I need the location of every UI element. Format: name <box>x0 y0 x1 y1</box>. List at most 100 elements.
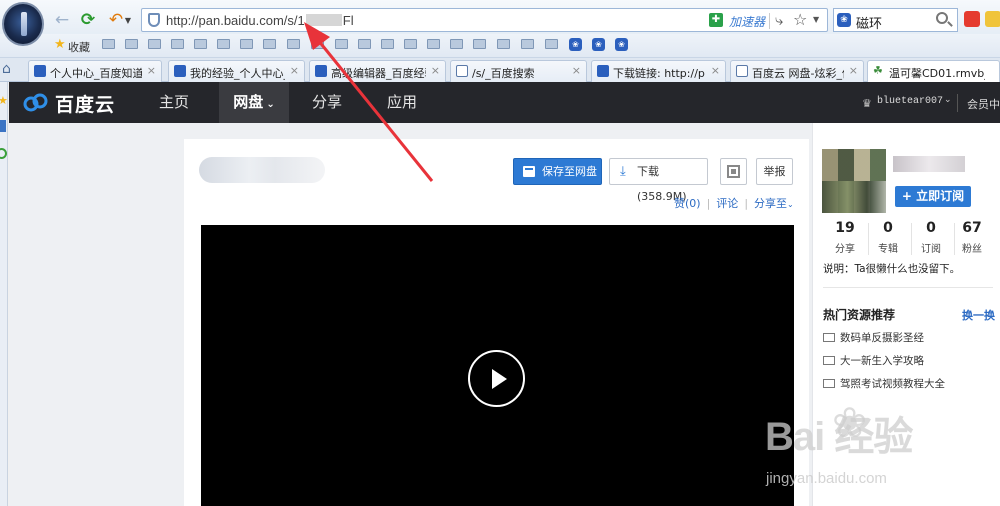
stat-label: 粉丝 <box>962 244 982 255</box>
close-icon[interactable]: × <box>711 64 720 77</box>
close-icon[interactable]: × <box>147 64 156 77</box>
favorites-button[interactable]: 收藏 <box>68 39 90 55</box>
share-to-link[interactable]: 分享至 <box>754 197 787 210</box>
close-icon[interactable]: × <box>290 64 299 77</box>
document-icon <box>736 65 748 77</box>
paw-icon[interactable]: ❀ <box>592 38 605 51</box>
folder-icon[interactable] <box>194 39 207 49</box>
folder-icon[interactable] <box>102 39 115 49</box>
folder-icon[interactable] <box>148 39 161 49</box>
comment-link[interactable]: 评论 <box>716 197 738 210</box>
top-nav: 百度云 主页 网盘⌄ 分享 应用 ♛ bluetear007 ⌄ 会员中心 <box>9 82 1000 123</box>
folder-icon[interactable] <box>240 39 253 49</box>
stat-shares[interactable]: 19 分享 <box>825 220 865 255</box>
nav-apps[interactable]: 应用 <box>372 82 432 123</box>
username[interactable]: bluetear007 <box>877 96 943 107</box>
folder-icon[interactable] <box>427 39 440 49</box>
divider: | <box>706 197 711 210</box>
chevron-down-icon[interactable]: ⌄ <box>944 95 952 105</box>
tab-active[interactable]: ☘ 温可馨CD01.rmvb_免 <box>867 60 1000 82</box>
chevron-down-icon[interactable]: ▼ <box>813 15 819 24</box>
back-icon[interactable]: ← <box>52 10 72 30</box>
search-icon[interactable] <box>936 12 948 24</box>
cloud-logo-icon <box>23 93 48 112</box>
folder-icon[interactable] <box>404 39 417 49</box>
extension-icon[interactable] <box>985 11 1000 27</box>
folder-icon[interactable] <box>287 39 300 49</box>
nav-share[interactable]: 分享 <box>297 82 357 123</box>
circle-icon[interactable] <box>0 148 7 159</box>
stat-fans[interactable]: 67 粉丝 <box>952 220 992 255</box>
paw-icon <box>174 65 186 77</box>
tab-label: 百度云 网盘-炫彩_传 <box>752 67 844 80</box>
tab[interactable]: 百度云 网盘-炫彩_传 × <box>730 60 864 82</box>
folder-icon[interactable] <box>381 39 394 49</box>
folder-icon[interactable] <box>171 39 184 49</box>
folder-icon[interactable] <box>125 39 138 49</box>
save-to-netdisk-button[interactable]: 保存至网盘 <box>513 158 602 185</box>
star-icon[interactable]: ☆ <box>793 10 807 29</box>
close-icon[interactable]: × <box>572 64 581 77</box>
folder-icon[interactable] <box>497 39 510 49</box>
save-label: 保存至网盘 <box>542 165 597 178</box>
qrcode-button[interactable] <box>720 158 747 185</box>
folder-icon[interactable] <box>473 39 486 49</box>
folder-icon[interactable] <box>358 39 371 49</box>
avatar[interactable] <box>822 149 886 213</box>
download-button[interactable]: ⤓ 下载(358.9M) <box>609 158 708 203</box>
paw-icon[interactable]: ❀ <box>569 38 582 51</box>
play-icon[interactable] <box>468 350 525 407</box>
address-bar: ← ⟳ ↶ ▼ http://pan.baidu.com/s/1 Fl ✚ 加速器… <box>0 0 1000 38</box>
list-item-label: 大一新生入学攻略 <box>840 355 924 367</box>
paw-icon[interactable]: ❀ <box>837 13 851 27</box>
url-input[interactable]: http://pan.baidu.com/s/1 Fl ✚ 加速器 ⤷ ☆ ▼ <box>141 8 828 32</box>
subscribe-button[interactable]: + 立即订阅 <box>895 186 971 207</box>
tab[interactable]: 个人中心_百度知道 × <box>28 60 162 82</box>
report-button[interactable]: 举报 <box>756 158 793 185</box>
tab[interactable]: 我的经验_个人中心_百 × <box>168 60 305 82</box>
close-icon[interactable]: × <box>849 64 858 77</box>
paw-icon[interactable]: ❀ <box>615 38 628 51</box>
folder-icon[interactable] <box>335 39 348 49</box>
folder-icon[interactable] <box>311 39 324 49</box>
close-icon[interactable]: × <box>431 64 440 77</box>
list-item[interactable]: 大一新生入学攻略 <box>823 353 924 368</box>
url-text: http://pan.baidu.com/s/1 Fl <box>166 13 354 28</box>
stat-subscriptions[interactable]: 0 订阅 <box>911 220 951 255</box>
paw-icon <box>597 65 609 77</box>
refresh-link[interactable]: 换一换 <box>962 307 995 323</box>
folder-icon[interactable] <box>521 39 534 49</box>
like-link[interactable]: 赞(0) <box>674 197 701 210</box>
home-icon[interactable]: ⌂ <box>2 61 11 77</box>
accelerator-label[interactable]: 加速器 <box>729 13 765 30</box>
tab-label: /s/_百度搜索 <box>472 67 535 80</box>
logo-text[interactable]: 百度云 <box>55 90 115 117</box>
tab-label: 个人中心_百度知道 <box>50 67 142 80</box>
tab[interactable]: /s/_百度搜索 × <box>450 60 587 82</box>
stat-albums[interactable]: 0 专辑 <box>868 220 908 255</box>
tab[interactable]: 高级编辑器_百度经验 × <box>309 60 446 82</box>
chevron-down-icon[interactable]: ▼ <box>123 11 133 31</box>
file-title-redacted <box>199 157 325 183</box>
folder-icon[interactable] <box>217 39 230 49</box>
tab-label: 高级编辑器_百度经验 <box>331 67 426 80</box>
accelerator-icon[interactable]: ✚ <box>709 13 723 27</box>
folder-icon[interactable] <box>545 39 558 49</box>
nav-netdisk[interactable]: 网盘 ⌄ <box>219 82 289 123</box>
refresh-icon[interactable]: ⟳ <box>78 10 98 30</box>
search-input[interactable]: ❀ 磁环 <box>833 8 958 32</box>
document-icon[interactable] <box>0 120 6 132</box>
member-center-link[interactable]: 会员中心 <box>967 96 1000 112</box>
list-item[interactable]: 驾照考试视频教程大全 <box>823 376 945 391</box>
share-icon[interactable]: ⤷ <box>775 11 783 29</box>
search-text: 磁环 <box>856 17 883 32</box>
list-item[interactable]: 数码单反摄影圣经 <box>823 330 924 345</box>
nav-home[interactable]: 主页 <box>144 82 204 123</box>
tab[interactable]: 下载链接: http://par × <box>591 60 726 82</box>
star-icon[interactable]: ★ <box>0 94 8 107</box>
video-player[interactable] <box>201 225 794 506</box>
folder-icon[interactable] <box>450 39 463 49</box>
stat-label: 订阅 <box>921 244 941 255</box>
extension-icon[interactable] <box>964 11 980 27</box>
folder-icon[interactable] <box>263 39 276 49</box>
